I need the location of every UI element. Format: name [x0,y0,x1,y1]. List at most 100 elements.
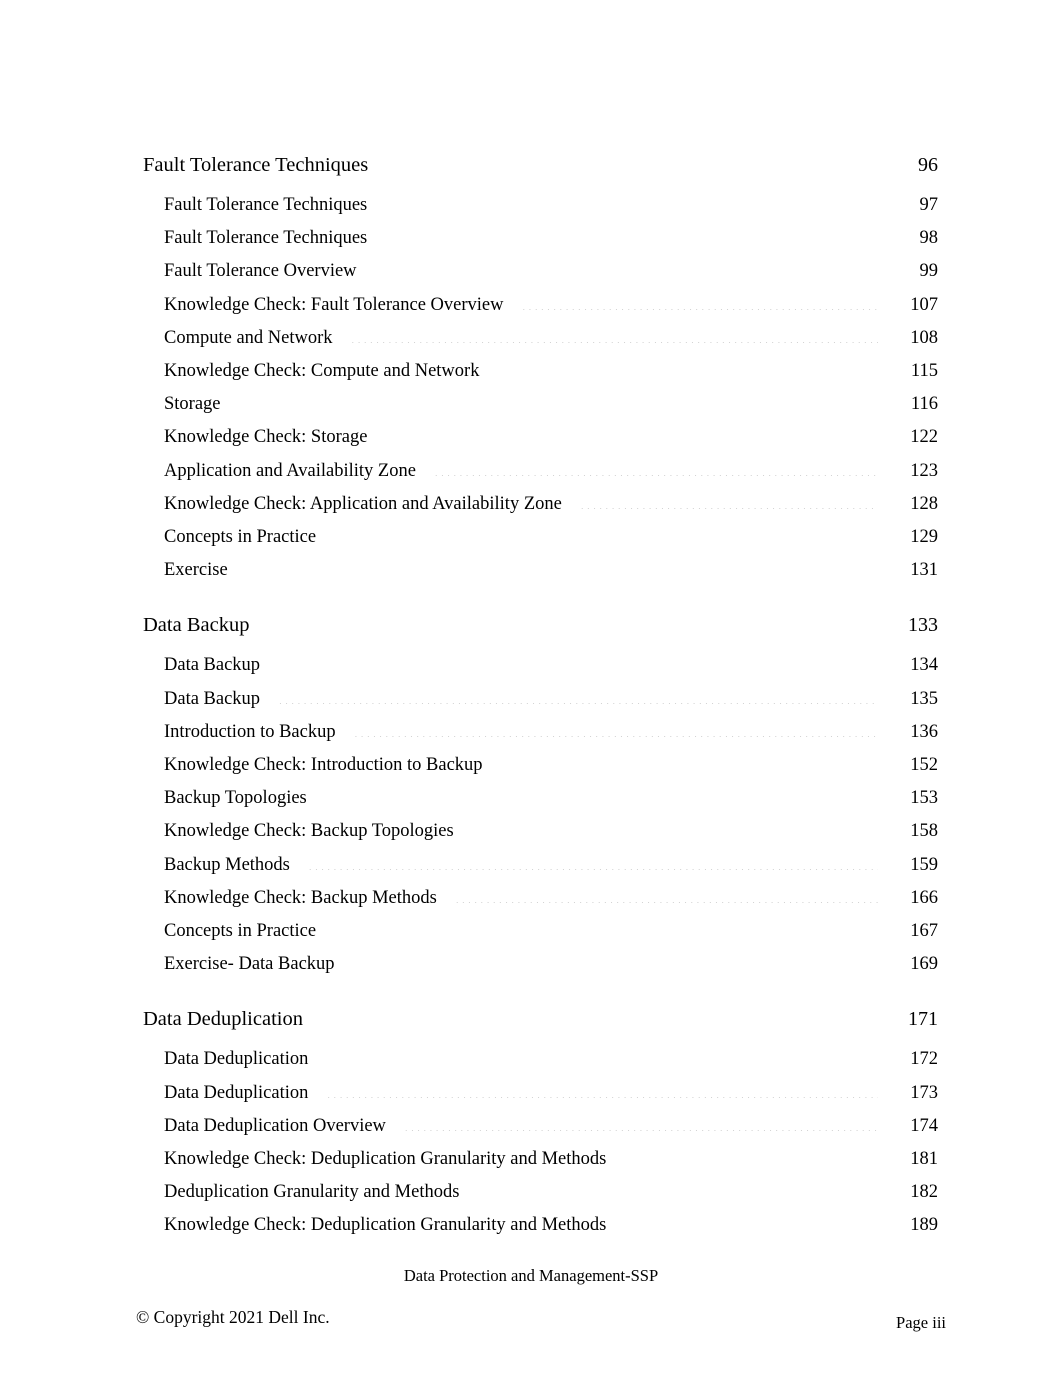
toc-entry[interactable]: Application and Availability Zone 123 [0,455,1062,488]
toc-entry-page-number: 166 [910,887,938,908]
toc-entry[interactable]: Exercise- Data Backup 169 [0,948,1062,981]
toc-entry[interactable]: Knowledge Check: Fault Tolerance Overvie… [0,289,1062,322]
toc-entry[interactable]: Data Backup 135 [0,683,1062,716]
toc-entry[interactable]: Data Deduplication 173 [0,1077,1062,1110]
toc-entry[interactable]: Knowledge Check: Backup Topologies 158 [0,815,1062,848]
toc-entry[interactable]: Fault Tolerance Techniques 97 [0,189,1062,222]
footer-copyright: © Copyright 2021 Dell Inc. [136,1307,330,1327]
toc-leader-dots [239,391,878,410]
toc-entry-title: Fault Tolerance Overview [164,261,357,282]
toc-leader-dots [477,1179,878,1198]
toc-entry-page-number: 123 [910,460,938,481]
toc-entry-title: Concepts in Practice [164,527,317,548]
toc-entry-page-number: 98 [919,228,939,249]
toc-entry[interactable]: Concepts in Practice 167 [0,915,1062,948]
toc-entry[interactable]: Knowledge Check: Deduplication Granulari… [0,1209,1062,1242]
toc-entry-page-number: 153 [910,788,938,809]
toc-entry-title: Backup Topologies [164,788,307,809]
toc-entry-page-number: 181 [910,1149,938,1170]
toc-entry-title: Deduplication Granularity and Methods [164,1182,460,1203]
toc-entry[interactable]: Knowledge Check: Compute and Network 115 [0,355,1062,388]
toc-entry-page-number: 97 [919,195,939,215]
toc-entry-title: Data Backup [164,655,261,676]
toc-entry-page-number: 182 [910,1182,938,1203]
toc-entry-title: Knowledge Check: Backup Methods [164,887,437,908]
toc-entry[interactable]: Exercise 131 [0,554,1062,587]
toc-entry-title: Application and Availability Zone [164,460,416,481]
toc-entry[interactable]: Fault Tolerance Techniques 98 [0,222,1062,255]
toc-leader-dots [624,1212,878,1231]
toc-entry[interactable]: Backup Topologies 153 [0,782,1062,815]
toc-entry-page-number: 134 [910,655,938,676]
toc-leader-dots [353,951,878,970]
toc-entry-title: Knowledge Check: Deduplication Granulari… [164,1215,607,1236]
toc-leader-dots [497,358,878,377]
toc-section-heading[interactable]: Fault Tolerance Techniques 96 [0,148,1062,182]
toc-entry-title: Data Backup [164,688,261,709]
toc-leader-dots [580,490,878,509]
toc-entry-title: Knowledge Check: Fault Tolerance Overvie… [164,294,504,315]
toc-section-heading[interactable]: Data Deduplication 171 [0,1002,1062,1036]
toc-entry[interactable]: Data Backup 134 [0,649,1062,682]
toc-leader-dots [385,225,878,244]
toc-entry-page-number: 131 [910,560,938,581]
toc-leader-dots [354,718,878,737]
toc-entry-page-number: 152 [910,755,938,776]
toc-entry-page-number: 115 [910,361,938,382]
toc-entry-page-number: 169 [910,954,938,975]
toc-leader-dots [351,324,878,343]
toc-section-title: Fault Tolerance Techniques [143,154,369,176]
toc-leader-dots [278,685,878,704]
toc-entry[interactable]: Introduction to Backup 136 [0,716,1062,749]
toc-entry[interactable]: Fault Tolerance Overview 99 [0,255,1062,288]
toc-entry-page-number: 173 [910,1082,938,1103]
toc-entry[interactable]: Storage 116 [0,388,1062,421]
toc-entry[interactable]: Knowledge Check: Introduction to Backup 1… [0,749,1062,782]
toc-entry-page-number: 167 [910,921,938,942]
toc-section-page-number: 96 [918,154,938,176]
toc-entry[interactable]: Backup Methods 159 [0,849,1062,882]
toc-section-heading[interactable]: Data Backup 133 [0,608,1062,642]
heading-spacer [0,642,1062,649]
toc-leader-dots [246,557,878,576]
toc-entry-page-number: 172 [910,1049,938,1070]
toc-entry[interactable]: Knowledge Check: Application and Availab… [0,488,1062,521]
toc-entry-page-number: 189 [910,1215,938,1236]
toc-entry[interactable]: Concepts in Practice 129 [0,521,1062,554]
toc-entry-page-number: 99 [919,261,939,282]
toc-leader-dots [334,524,878,543]
toc-leader-dots [472,818,878,837]
page-footer: Data Protection and Management-SSP © Cop… [0,1256,1062,1376]
toc-entry[interactable]: Knowledge Check: Backup Methods 166 [0,882,1062,915]
toc-entry-page-number: 135 [910,688,938,709]
toc-entry-title: Data Deduplication [164,1082,309,1103]
toc-entry[interactable]: Data Deduplication 172 [0,1043,1062,1076]
toc-entry-title: Introduction to Backup [164,721,336,742]
toc-entry-title: Data Deduplication Overview [164,1115,386,1136]
toc-entry-page-number: 159 [910,854,938,875]
toc-entry-page-number: 129 [910,527,938,548]
toc-leader-dots [455,884,878,903]
toc-entry[interactable]: Knowledge Check: Deduplication Granulari… [0,1143,1062,1176]
toc-entry-title: Fault Tolerance Techniques [164,195,368,215]
toc-entry[interactable]: Data Deduplication Overview 174 [0,1110,1062,1143]
toc-entry-title: Concepts in Practice [164,921,317,942]
toc-entry[interactable]: Deduplication Granularity and Methods 182 [0,1176,1062,1209]
heading-spacer [0,182,1062,189]
toc-leader-dots [404,1112,878,1131]
toc-entry-title: Fault Tolerance Techniques [164,228,368,249]
toc-leader-dots [278,652,878,671]
toc-leader-dots [375,258,878,277]
toc-leader-dots [334,918,878,937]
toc-entry-title: Storage [164,394,221,415]
toc-entry-title: Knowledge Check: Backup Topologies [164,821,454,842]
toc-leader-dots [385,192,878,211]
toc-leader-dots [624,1146,878,1165]
toc-entry[interactable]: Compute and Network 108 [0,322,1062,355]
toc-entry[interactable]: Knowledge Check: Storage 122 [0,421,1062,454]
toc-entry-page-number: 108 [910,327,938,348]
toc-leader-dots [329,1005,878,1026]
toc-leader-dots [394,151,878,172]
